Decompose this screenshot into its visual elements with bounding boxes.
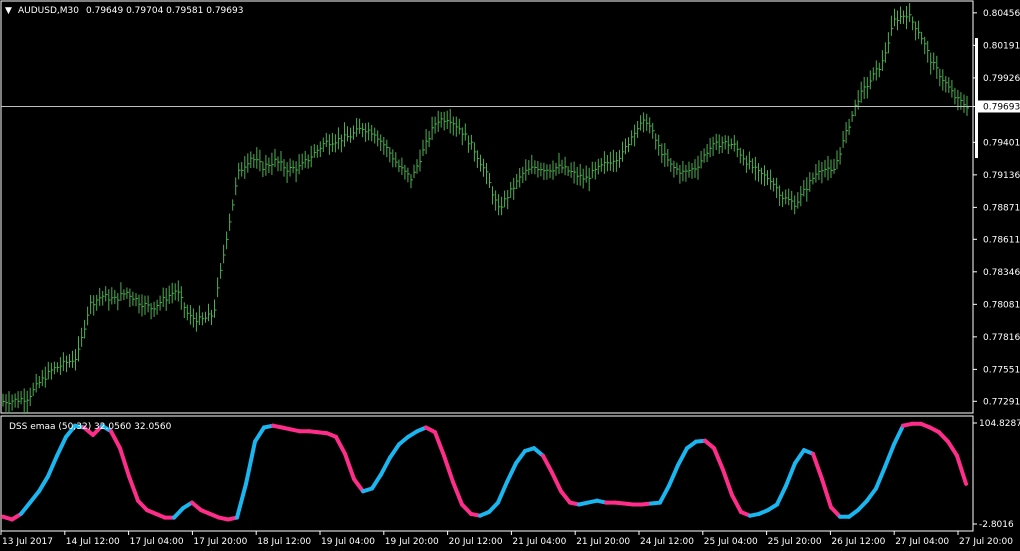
time-tick-label: 19 Jul 04:00 bbox=[321, 537, 375, 547]
time-tick-label: 27 Jul 04:00 bbox=[895, 537, 949, 547]
dss-axis[interactable]: 104.8287 -2.8016 bbox=[973, 419, 1020, 530]
time-tick-label: 25 Jul 04:00 bbox=[704, 537, 758, 547]
price-tick-label: 0.77291 bbox=[983, 397, 1020, 407]
time-axis[interactable]: 13 Jul 2017 14 Jul 12:00 17 Jul 04:00 17 Ju… bbox=[0, 531, 1013, 547]
price-axis[interactable]: 0.80456 0.80191 0.79926 0.79693 0.79401 0.791… bbox=[973, 9, 1020, 407]
symbol-label: AUDUSD,M30 bbox=[18, 6, 79, 16]
time-tick-label: 13 Jul 2017 bbox=[2, 537, 53, 547]
time-tick-label: 19 Jul 20:00 bbox=[385, 537, 439, 547]
indicator-label: DSS emaa (50,32) 32.0560 32.0560 bbox=[9, 422, 172, 432]
price-tick-label: 0.78611 bbox=[983, 235, 1020, 245]
time-tick-label: 17 Jul 04:00 bbox=[130, 537, 184, 547]
price-tick-label: 0.79401 bbox=[983, 138, 1020, 148]
time-tick-label: 18 Jul 12:00 bbox=[257, 537, 311, 547]
time-tick-label: 27 Jul 20:00 bbox=[959, 537, 1013, 547]
price-tick-label: 0.80191 bbox=[983, 41, 1020, 51]
time-tick-label: 21 Jul 20:00 bbox=[576, 537, 630, 547]
symbol-dropdown-icon[interactable]: ▼ bbox=[5, 6, 12, 16]
price-tick-label: 0.79136 bbox=[983, 171, 1020, 181]
time-tick-label: 26 Jul 12:00 bbox=[831, 537, 885, 547]
price-tick-label: 0.78871 bbox=[983, 203, 1020, 213]
price-tick-label: 0.78346 bbox=[983, 268, 1020, 278]
dss-tick-label: -2.8016 bbox=[979, 520, 1014, 530]
time-tick-label: 24 Jul 12:00 bbox=[640, 537, 694, 547]
time-tick-label: 14 Jul 12:00 bbox=[66, 537, 120, 547]
current-price-label: 0.79693 bbox=[983, 102, 1020, 112]
time-tick-label: 17 Jul 20:00 bbox=[193, 537, 247, 547]
ohlc-values: 0.79649 0.79704 0.79581 0.79693 bbox=[86, 6, 243, 16]
price-tick-label: 0.80456 bbox=[983, 9, 1020, 19]
price-tick-label: 0.78081 bbox=[983, 300, 1020, 310]
price-scale-thumb[interactable] bbox=[975, 38, 978, 158]
price-pane[interactable] bbox=[0, 0, 974, 414]
time-tick-label: 21 Jul 04:00 bbox=[512, 537, 566, 547]
time-tick-label: 20 Jul 12:00 bbox=[449, 537, 503, 547]
chart-area: 0.80456 0.80191 0.79926 0.79693 0.79401 0.791… bbox=[0, 0, 1020, 547]
price-tick-label: 0.77816 bbox=[983, 333, 1020, 343]
price-tick-label: 0.79926 bbox=[983, 74, 1020, 84]
dss-tick-label: 104.8287 bbox=[979, 419, 1020, 429]
price-tick-label: 0.77551 bbox=[983, 365, 1020, 375]
time-tick-label: 25 Jul 20:00 bbox=[768, 537, 822, 547]
